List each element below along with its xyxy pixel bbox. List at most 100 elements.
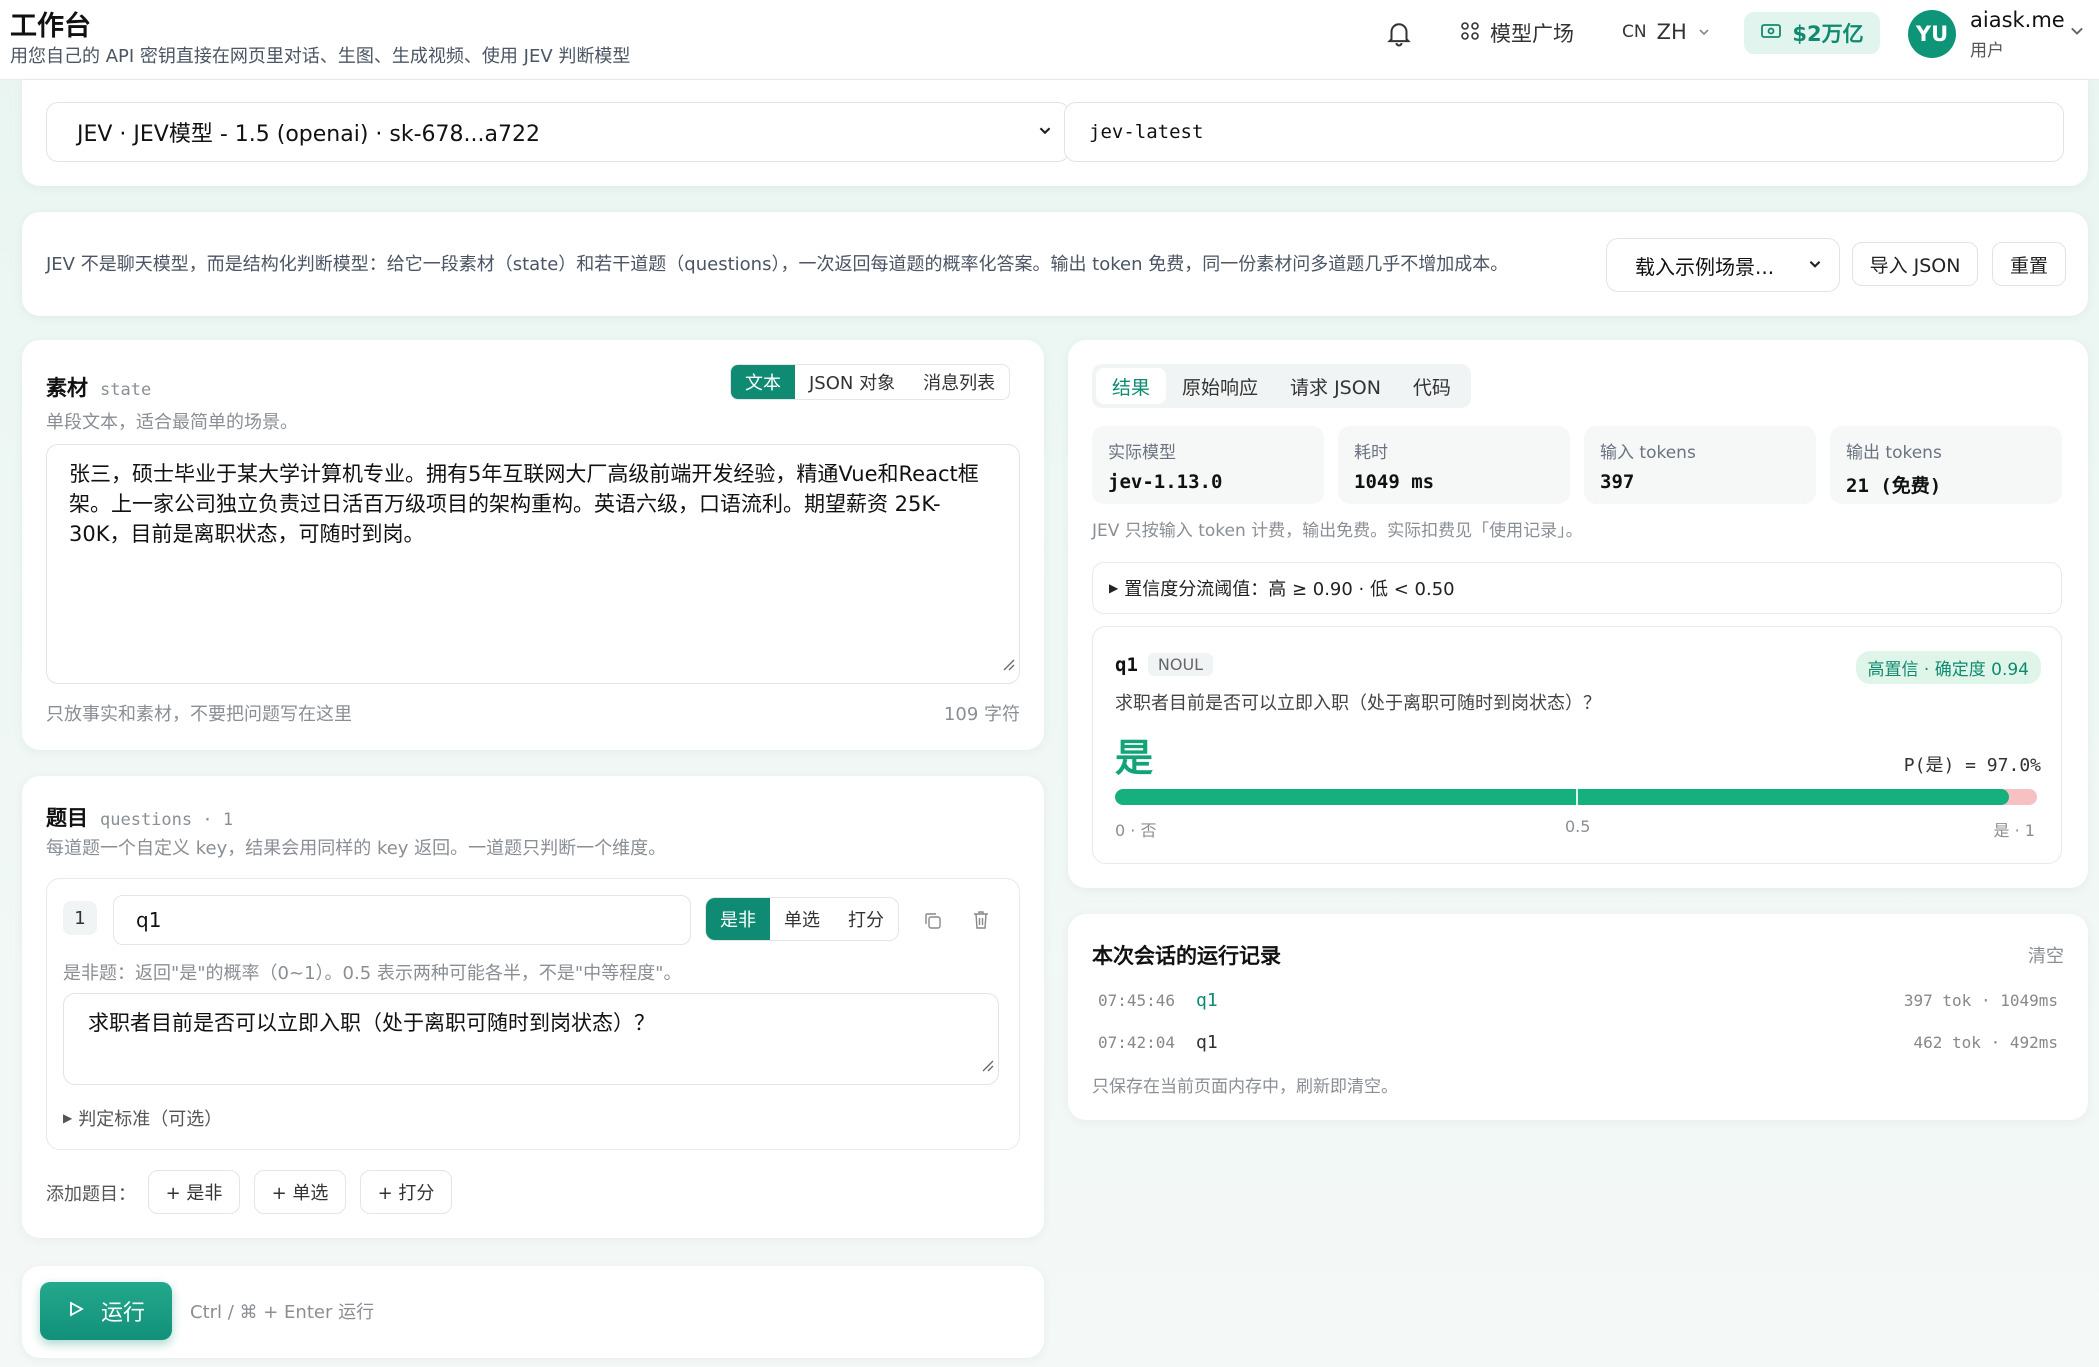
trash-icon[interactable] [971, 909, 991, 936]
top-bar: 工作台 用您自己的 API 密钥直接在网页里对话、生图、生成视频、使用 JEV … [0, 0, 2099, 80]
run-card [22, 1266, 1044, 1358]
questions-title: 题目 questions · 1 [46, 806, 234, 830]
mode-message-list[interactable]: 消息列表 [909, 365, 1009, 399]
balance-value: $2万亿 [1792, 22, 1864, 46]
caret-right-icon: ▶ [1109, 581, 1119, 595]
state-hint: 单段文本，适合最简单的场景。 [46, 412, 298, 433]
tab-request-json[interactable]: 请求 JSON [1274, 368, 1397, 404]
language-switcher[interactable]: CN ZH [1622, 20, 1711, 44]
add-single-choice-button[interactable]: + 单选 [254, 1170, 346, 1214]
stat-latency: 耗时 1049 ms [1338, 426, 1570, 504]
model-market-link[interactable]: 模型广场 [1460, 18, 1574, 48]
add-boolean-button[interactable]: + 是非 [148, 1170, 240, 1214]
add-score-button[interactable]: + 打分 [360, 1170, 452, 1214]
intro-text: JEV 不是聊天模型，而是结构化判断模型：给它一段素材（state）和若干道题（… [46, 254, 1509, 275]
run-shortcut-hint: Ctrl / ⌘ + Enter 运行 [190, 1302, 375, 1323]
grid-icon [1460, 21, 1480, 46]
caret-right-icon: ▶ [63, 1111, 73, 1125]
resize-handle-icon[interactable] [1001, 649, 1015, 679]
tab-code[interactable]: 代码 [1397, 368, 1467, 404]
username[interactable]: aiask.me [1970, 8, 2065, 32]
balance-badge[interactable]: $2万亿 [1744, 12, 1880, 54]
type-score[interactable]: 打分 [834, 898, 898, 940]
scale-right-label: 是 · 1 [1993, 821, 2035, 840]
avatar[interactable]: YU [1908, 10, 1956, 58]
state-footer-hint: 只放事实和素材，不要把问题写在这里 [46, 704, 352, 725]
model-input-value: jev-latest [1089, 121, 1204, 143]
answer-type-tag: NOUL [1147, 653, 1214, 676]
mode-json-object[interactable]: JSON 对象 [795, 365, 909, 399]
history-note: 只保存在当前页面内存中，刷新即清空。 [1092, 1077, 1398, 1097]
intro-card: JEV 不是聊天模型，而是结构化判断模型：给它一段素材（state）和若干道题（… [22, 212, 2088, 316]
add-question-label: 添加题目： [46, 1184, 136, 1205]
reset-button[interactable]: 重置 [1992, 242, 2066, 286]
chevron-down-icon [1037, 120, 1053, 145]
answer-verdict: 是 [1115, 736, 1154, 780]
question-text: 求职者目前是否可以立即入职（处于离职可随时到岗状态）？ [88, 1011, 655, 1035]
lang-code: ZH [1656, 20, 1687, 44]
question-index: 1 [63, 901, 97, 935]
probability-bar-fill [1115, 789, 2010, 805]
history-row[interactable]: 07:42:04 q1 462 tok · 492ms [1098, 1032, 2058, 1053]
history-card: 本次会话的运行记录 清空 07:45:46 q1 397 tok · 1049m… [1068, 914, 2088, 1120]
criteria-toggle[interactable]: ▶ 判定标准（可选） [63, 1105, 222, 1131]
api-key-select[interactable]: JEV · JEV模型 - 1.5 (openai) · sk-678...a7… [46, 102, 1070, 162]
scale-left-label: 0 · 否 [1115, 821, 1157, 840]
question-textarea[interactable]: 求职者目前是否可以立即入职（处于离职可随时到岗状态）？ [63, 993, 999, 1085]
questions-hint: 每道题一个自定义 key，结果会用同样的 key 返回。一道题只判断一个维度。 [46, 838, 667, 859]
state-card: 素材 state 文本 JSON 对象 消息列表 单段文本，适合最简单的场景。 张… [22, 340, 1044, 750]
history-title: 本次会话的运行记录 [1092, 944, 1281, 968]
bell-icon[interactable] [1384, 18, 1414, 48]
stat-input-tokens: 输入 tokens 397 [1584, 426, 1816, 504]
type-single-choice[interactable]: 单选 [770, 898, 834, 940]
answer-card: q1 NOUL 高置信 · 确定度 0.94 求职者目前是否可以立即入职（处于离… [1092, 626, 2062, 864]
question-key-value: q1 [136, 908, 162, 932]
threshold-toggle[interactable]: ▶ 置信度分流阈值：高 ≥ 0.90 · 低 < 0.50 [1092, 562, 2062, 614]
answer-question: 求职者目前是否可以立即入职（处于离职可随时到岗状态）？ [1115, 693, 1601, 714]
state-textarea[interactable]: 张三，硕士毕业于某大学计算机专业。拥有5年互联网大厂高级前端开发经验，精通Vue… [46, 444, 1020, 684]
clear-history-button[interactable]: 清空 [2028, 942, 2064, 968]
confidence-badge: 高置信 · 确定度 0.94 [1855, 651, 2041, 684]
run-label: 运行 [100, 1301, 145, 1326]
question-item: 1 q1 是非 单选 打分 是非题：返回"是"的概率（0~1）。0.5 表示两种… [46, 878, 1020, 1150]
answer-key: q1 NOUL [1115, 653, 1214, 676]
tab-raw-response[interactable]: 原始响应 [1166, 368, 1274, 404]
criteria-label: 判定标准（可选） [78, 1109, 223, 1130]
lang-region: CN [1622, 22, 1647, 42]
stat-actual-model: 实际模型 jev-1.13.0 [1092, 426, 1324, 504]
history-row[interactable]: 07:45:46 q1 397 tok · 1049ms [1098, 990, 2058, 1011]
type-boolean[interactable]: 是非 [706, 898, 770, 940]
threshold-label: 置信度分流阈值：高 ≥ 0.90 · 低 < 0.50 [1124, 579, 1455, 600]
state-char-count: 109 字符 [943, 704, 1020, 725]
probability-label: P(是) = 97.0% [1903, 755, 2041, 776]
wallet-icon [1760, 20, 1782, 47]
questions-card: 题目 questions · 1 每道题一个自定义 key，结果会用同样的 key… [22, 776, 1044, 1238]
model-market-label: 模型广场 [1490, 22, 1574, 46]
run-button[interactable]: 运行 [40, 1282, 172, 1340]
chevron-down-icon [1807, 253, 1823, 277]
probability-bar [1115, 789, 2037, 805]
scenario-select[interactable]: 载入示例场景... [1606, 238, 1840, 292]
scale-mid-label: 0.5 [1565, 817, 1591, 836]
state-title: 素材 state [46, 376, 152, 400]
play-icon [67, 1299, 85, 1324]
billing-note: JEV 只按输入 token 计费，输出免费。实际扣费见「使用记录」。 [1092, 521, 1583, 541]
page-title: 工作台 [10, 11, 91, 42]
tab-results[interactable]: 结果 [1096, 368, 1167, 404]
question-type-toggle: 是非 单选 打分 [705, 897, 899, 941]
model-input[interactable]: jev-latest [1064, 102, 2064, 162]
resize-handle-icon[interactable] [980, 1050, 994, 1080]
copy-icon[interactable] [923, 911, 943, 936]
scenario-select-value: 载入示例场景... [1635, 254, 1775, 279]
question-key-input[interactable]: q1 [113, 895, 691, 945]
mode-text[interactable]: 文本 [731, 365, 795, 399]
state-content: 张三，硕士毕业于某大学计算机专业。拥有5年互联网大厂高级前端开发经验，精通Vue… [69, 462, 979, 546]
page-subtitle: 用您自己的 API 密钥直接在网页里对话、生图、生成视频、使用 JEV 判断模型 [10, 46, 631, 67]
results-tabs: 结果 原始响应 请求 JSON 代码 [1092, 364, 1471, 408]
import-json-button[interactable]: 导入 JSON [1852, 242, 1978, 286]
state-tag: state [100, 380, 152, 400]
questions-tag: questions · 1 [100, 810, 234, 830]
chevron-down-icon [1697, 20, 1711, 44]
probability-bar-midline [1576, 789, 1578, 805]
chevron-down-icon[interactable] [2068, 22, 2086, 45]
